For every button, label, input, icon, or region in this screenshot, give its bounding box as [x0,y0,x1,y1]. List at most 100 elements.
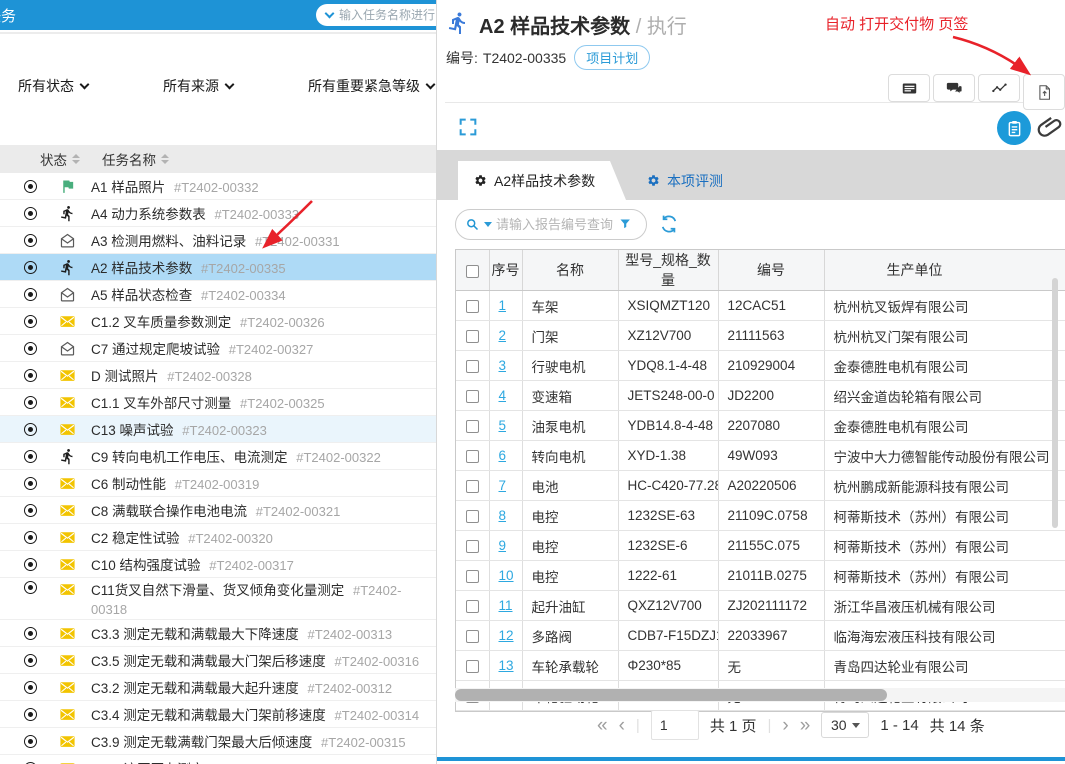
row-checkbox[interactable] [465,479,479,493]
filter-source-dropdown[interactable]: 所有来源 [163,76,235,96]
radio-icon[interactable] [24,530,37,544]
task-row[interactable]: A5 样品状态检查 #T2402-00334 [0,281,436,308]
row-index-link[interactable]: 3 [499,358,507,373]
page-number-input[interactable] [650,710,699,740]
row-index-link[interactable]: 11 [499,598,513,613]
column-status[interactable]: 状态 [40,149,67,169]
col-model-spec-qty[interactable]: 型号_规格_数量 [618,250,719,291]
radio-icon[interactable] [24,287,37,301]
filter-status-dropdown[interactable]: 所有状态 [18,76,90,96]
task-row[interactable]: C3.3 测定无载和满载最大下降速度 #T2402-00313 [0,620,436,647]
radio-icon[interactable] [24,368,37,382]
task-search-box[interactable] [316,4,436,26]
prev-page-button[interactable]: ‹ [619,716,625,735]
row-checkbox[interactable] [465,629,479,643]
task-row[interactable]: C8 满载联合操作电池电流 #T2402-00321 [0,497,436,524]
task-row[interactable]: C3.5 测定无载和满载最大门架后移速度 #T2402-00316 [0,647,436,674]
plan-badge[interactable]: 项目计划 [574,45,651,70]
last-page-button[interactable]: » [800,716,811,735]
task-row[interactable]: C3.9 测定无载满载门架最大后倾速度 #T2402-00315 [0,728,436,755]
task-search-input[interactable] [339,8,436,22]
row-checkbox[interactable] [465,599,479,613]
row-checkbox[interactable] [465,419,479,433]
vertical-scrollbar[interactable] [1052,278,1058,528]
task-row[interactable]: C9 转向电机工作电压、电流测定 #T2402-00322 [0,443,436,470]
row-index-link[interactable]: 1 [499,298,507,313]
row-checkbox[interactable] [465,299,479,313]
task-row[interactable]: C1.2 叉车质量参数测定 #T2402-00326 [0,308,436,335]
row-index-link[interactable]: 2 [499,328,507,343]
attachment-button[interactable] [1036,112,1064,142]
tab-sample-tech-params[interactable]: A2样品技术参数 [458,161,626,200]
row-index-link[interactable]: 10 [499,568,514,583]
deliverable-button[interactable] [1023,74,1065,110]
task-row[interactable]: C6 制动性能 #T2402-00319 [0,470,436,497]
task-row[interactable]: D 测试照片 #T2402-00328 [0,362,436,389]
col-name[interactable]: 名称 [522,250,619,291]
row-checkbox[interactable] [465,389,479,403]
col-index[interactable]: 序号 [489,250,523,291]
progress-button[interactable] [978,74,1020,102]
row-index-link[interactable]: 13 [499,658,514,673]
row-index-link[interactable]: 8 [499,508,507,523]
row-checkbox[interactable] [465,659,479,673]
radio-icon[interactable] [24,260,37,274]
radio-icon[interactable] [24,503,37,517]
horizontal-scrollbar-thumb[interactable] [455,689,887,701]
radio-icon[interactable] [24,422,37,436]
col-manufacturer[interactable]: 生产单位 [824,250,1065,291]
filter-priority-dropdown[interactable]: 所有重要紧急等级 [308,76,436,96]
task-row[interactable]: A3 检测用燃料、油料记录 #T2402-00331 [0,227,436,254]
next-page-button[interactable]: › [782,716,788,735]
row-checkbox[interactable] [465,449,479,463]
refresh-icon[interactable] [659,214,679,234]
form-button[interactable] [888,74,930,102]
column-task-name[interactable]: 任务名称 [102,149,156,169]
page-size-select[interactable]: 30 [821,712,870,738]
radio-icon[interactable] [24,233,37,247]
row-index-link[interactable]: 12 [499,628,514,643]
chevron-down-icon[interactable] [484,222,492,227]
report-button[interactable] [997,111,1031,145]
task-row[interactable]: C10 结构强度试验 #T2402-00317 [0,551,436,578]
filter-funnel-icon[interactable] [618,217,633,232]
radio-icon[interactable] [24,476,37,490]
radio-icon[interactable] [24,449,37,463]
tab-self-evaluation[interactable]: 本项评测 [647,161,723,200]
row-index-link[interactable]: 5 [499,418,507,433]
fullscreen-expand-icon[interactable] [457,116,479,138]
row-checkbox[interactable] [465,569,479,583]
task-row[interactable]: C11货叉自然下滑量、货叉倾角变化量测定 #T2402-00318 [0,578,436,620]
radio-icon[interactable] [24,581,37,594]
sort-icon[interactable] [72,154,80,164]
row-checkbox[interactable] [465,329,479,343]
task-row[interactable]: C3.1 液压压力测定 #T2402-00311 [0,755,436,764]
task-row[interactable]: C3.4 测定无载和满载最大门架前移速度 #T2402-00314 [0,701,436,728]
task-row[interactable]: C7 通过规定爬坡试验 #T2402-00327 [0,335,436,362]
select-all-checkbox[interactable] [465,264,479,278]
row-index-link[interactable]: 4 [499,388,507,403]
row-index-link[interactable]: 7 [499,478,507,493]
task-row[interactable]: A2 样品技术参数 #T2402-00335 [0,254,436,281]
radio-icon[interactable] [24,179,37,193]
radio-icon[interactable] [24,707,37,721]
comments-button[interactable] [933,74,975,102]
radio-icon[interactable] [24,395,37,409]
report-search-box[interactable] [455,209,647,240]
row-index-link[interactable]: 9 [499,538,507,553]
radio-icon[interactable] [24,341,37,355]
task-row[interactable]: A4 动力系统参数表 #T2402-00333 [0,200,436,227]
task-row[interactable]: A1 样品照片 #T2402-00332 [0,173,436,200]
task-row[interactable]: C1.1 叉车外部尺寸测量 #T2402-00325 [0,389,436,416]
row-index-link[interactable]: 6 [499,448,507,463]
task-row[interactable]: C3.2 测定无载和满载最大起升速度 #T2402-00312 [0,674,436,701]
sort-icon[interactable] [161,154,169,164]
radio-icon[interactable] [24,206,37,220]
row-checkbox[interactable] [465,539,479,553]
radio-icon[interactable] [24,626,37,640]
row-checkbox[interactable] [465,509,479,523]
radio-icon[interactable] [24,653,37,667]
col-code[interactable]: 编号 [718,250,825,291]
row-checkbox[interactable] [465,359,479,373]
radio-icon[interactable] [24,557,37,571]
